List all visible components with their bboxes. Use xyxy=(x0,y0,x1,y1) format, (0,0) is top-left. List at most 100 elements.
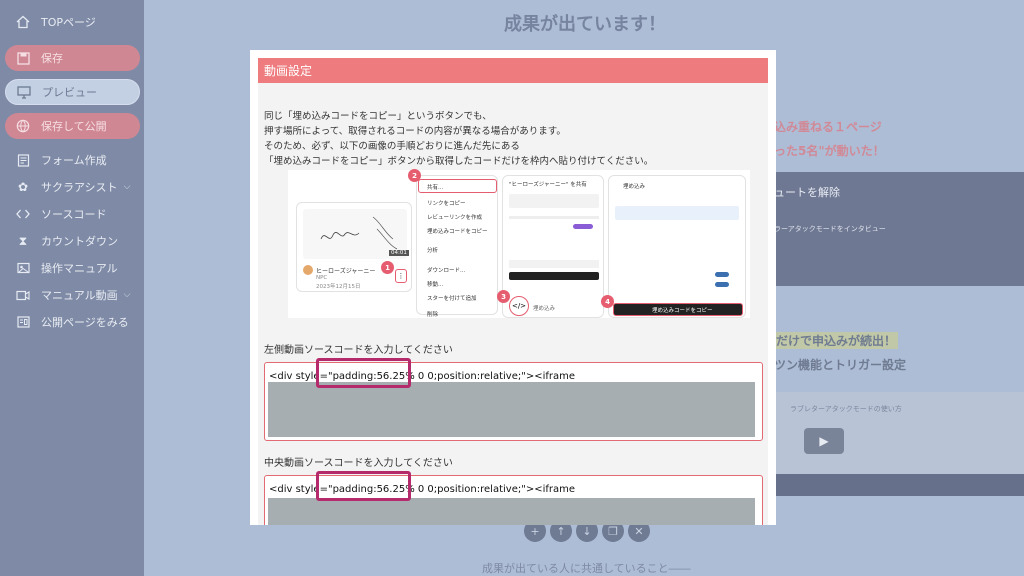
monitor-icon xyxy=(16,84,32,100)
page-icon xyxy=(15,314,31,330)
divider xyxy=(509,216,599,219)
context-menu: 共有... リンクをコピー レビューリンクを作成 埋め込みコードをコピー 分析 … xyxy=(416,175,498,318)
share-dialog-title: "ヒーローズジャーニー" を共有 xyxy=(509,182,587,188)
info-box xyxy=(615,206,739,220)
copy-embed-code-button: 埋め込みコードをコピー xyxy=(613,303,743,316)
bg-highlight-line: だけで申込みが続出！ xyxy=(774,332,899,349)
menu-item: 分析 xyxy=(427,248,439,254)
step-badge: 2 xyxy=(408,169,421,182)
code-suffix: 0 0;position:relative;"><iframe xyxy=(414,484,576,495)
center-video-label: 中央動画ソースコードを入力してください xyxy=(264,458,453,469)
modal-body: 同じ「埋め込みコードをコピー」というボタンでも、 押す場所によって、取得されるコ… xyxy=(258,83,768,525)
save-label: 保存 xyxy=(41,52,63,65)
privacy-row xyxy=(509,194,599,208)
embed-dialog: 埋め込み 埋め込みコードをコピー xyxy=(608,175,746,318)
sidebar-item-manual[interactable]: 操作マニュアル xyxy=(0,255,144,281)
bg-card-title: ュートを解除 xyxy=(774,186,840,199)
step-badge: 3 xyxy=(497,290,510,303)
sidebar-item-manual-video[interactable]: マニュアル動画 ⌵ xyxy=(0,282,144,308)
code-suffix: 0 0;position:relative;"><iframe xyxy=(414,371,576,382)
share-dialog: "ヒーローズジャーニー" を共有 </> 埋め込み xyxy=(502,175,604,318)
tutorial-image: 04:01 ヒーローズジャーニー NPC 2023年12月15日 ⋮ 1 共有.… xyxy=(288,169,750,318)
step-badge: 4 xyxy=(601,295,614,308)
sidebar-item-label: TOPページ xyxy=(41,16,96,29)
modal-title: 動画設定 xyxy=(264,64,313,78)
globe-icon xyxy=(15,118,31,134)
video-name: ヒーローズジャーニー xyxy=(316,268,376,275)
link-field xyxy=(509,260,599,268)
video-owner: NPC xyxy=(316,275,328,281)
more-options-icon: ⋮ xyxy=(395,269,407,283)
manual-icon xyxy=(15,260,31,276)
sidebar-item-label: 公開ページをみる xyxy=(41,316,129,329)
menu-item: 埋め込みコードをコピー xyxy=(427,229,488,235)
publish-label: 保存して公開 xyxy=(41,120,107,133)
save-button[interactable]: 保存 xyxy=(5,45,140,71)
video-card: 04:01 ヒーローズジャーニー NPC 2023年12月15日 ⋮ 1 xyxy=(296,202,412,292)
menu-item: 削除 xyxy=(427,312,439,318)
sidebar-item-top[interactable]: TOPページ xyxy=(0,9,144,35)
redacted-code xyxy=(268,498,755,525)
sidebar-item-label: マニュアル動画 xyxy=(41,289,118,302)
menu-item: スターを付けて追加 xyxy=(427,296,477,302)
code-icon xyxy=(15,206,31,222)
menu-item: ダウンロード... xyxy=(427,268,466,274)
copy-embed-code-label: 埋め込みコードをコピー xyxy=(652,308,713,314)
description-line: 同じ「埋め込みコードをコピー」というボタンでも、 xyxy=(264,111,492,122)
bg-pink-line: 込み重ねる１ページ xyxy=(774,120,882,134)
video-date: 2023年12月15日 xyxy=(316,284,361,290)
embed-label: 埋め込み xyxy=(533,306,556,312)
video-settings-modal: 動画設定 同じ「埋め込みコードをコピー」というボタンでも、 押す場所によって、取… xyxy=(250,50,776,525)
bg-video-title: ラブレターアタックモードの使い方 xyxy=(790,405,902,413)
form-icon xyxy=(15,152,31,168)
cherry-blossom-icon: ✿ xyxy=(17,180,29,194)
avatar xyxy=(303,265,313,275)
sidebar-item-label: サクラアシスト xyxy=(41,181,118,194)
bg-pink-line: った5名"が動いた！ xyxy=(774,144,885,158)
page-heading: 成果が出ています！ xyxy=(504,14,666,35)
menu-item: 移動... xyxy=(427,282,444,288)
toggle xyxy=(715,282,729,287)
left-code-text: <div style="padding:56.25% 0 0;position:… xyxy=(269,371,575,382)
bg-trigger-line: ツン機能とトリガー設定 xyxy=(774,358,907,372)
sidebar-item-source-code[interactable]: ソースコード xyxy=(0,201,144,227)
hourglass-icon: ⧗ xyxy=(18,233,28,248)
video-icon xyxy=(15,287,31,303)
preview-button[interactable]: プレビュー xyxy=(5,79,140,105)
description-line: 押す場所によって、取得されるコードの内容が異なる場合があります。 xyxy=(264,126,566,137)
sidebar-item-public-page[interactable]: 公開ページをみる xyxy=(0,309,144,335)
toggle xyxy=(573,224,593,229)
left-video-label: 左側動画ソースコードを入力してください xyxy=(264,345,453,356)
sidebar-item-label: ソースコード xyxy=(41,208,107,221)
sidebar-item-label: フォーム作成 xyxy=(41,154,107,167)
step-badge: 1 xyxy=(381,261,394,274)
preview-label: プレビュー xyxy=(42,86,97,99)
description-line: 「埋め込みコードをコピー」ボタンから取得したコードだけを枠内へ貼り付けてください… xyxy=(264,156,654,167)
bg-video-bar: ‹ xyxy=(774,474,1024,496)
video-thumbnail: 04:01 xyxy=(303,209,409,259)
menu-item: リンクをコピー xyxy=(427,201,466,207)
bg-footer-text: 成果が出ている人に共通していること―― xyxy=(482,562,691,575)
chevron-down-icon: ⌵ xyxy=(123,290,131,300)
sidebar-item-sakura-assist[interactable]: ✿ サクラアシスト ⌵ xyxy=(0,174,144,200)
play-icon: ▶ xyxy=(804,428,844,454)
sidebar: TOPページ 保存 プレビュー 保存して公開 フォーム作成 ✿ サクラアシスト … xyxy=(0,0,144,576)
bg-card: ュートを解除 ラーアタックモードをインタビュー xyxy=(774,172,1024,286)
bg-card-subtitle: ラーアタックモードをインタビュー xyxy=(774,225,886,233)
sidebar-item-label: カウントダウン xyxy=(41,235,118,248)
embed-dialog-title: 埋め込み xyxy=(623,184,646,190)
menu-item: 共有... xyxy=(427,185,444,191)
sidebar-item-form[interactable]: フォーム作成 xyxy=(0,147,144,173)
save-and-publish-button[interactable]: 保存して公開 xyxy=(5,113,140,139)
home-icon xyxy=(15,14,31,30)
menu-item: レビューリンクを作成 xyxy=(427,215,483,221)
redacted-code xyxy=(268,382,755,437)
sidebar-item-countdown[interactable]: ⧗ カウントダウン xyxy=(0,228,144,254)
padding-highlight xyxy=(316,358,411,388)
chevron-down-icon: ⌵ xyxy=(123,182,131,192)
center-code-text: <div style="padding:56.25% 0 0;position:… xyxy=(269,484,575,495)
description-line: そのため、必ず、以下の画像の手順どおりに進んだ先にある xyxy=(264,141,520,152)
toggle xyxy=(715,272,729,277)
padding-highlight xyxy=(316,471,411,501)
bg-video-thumbnail: ラブレターアタックモードの使い方 ▶ ‹ xyxy=(774,392,1024,496)
